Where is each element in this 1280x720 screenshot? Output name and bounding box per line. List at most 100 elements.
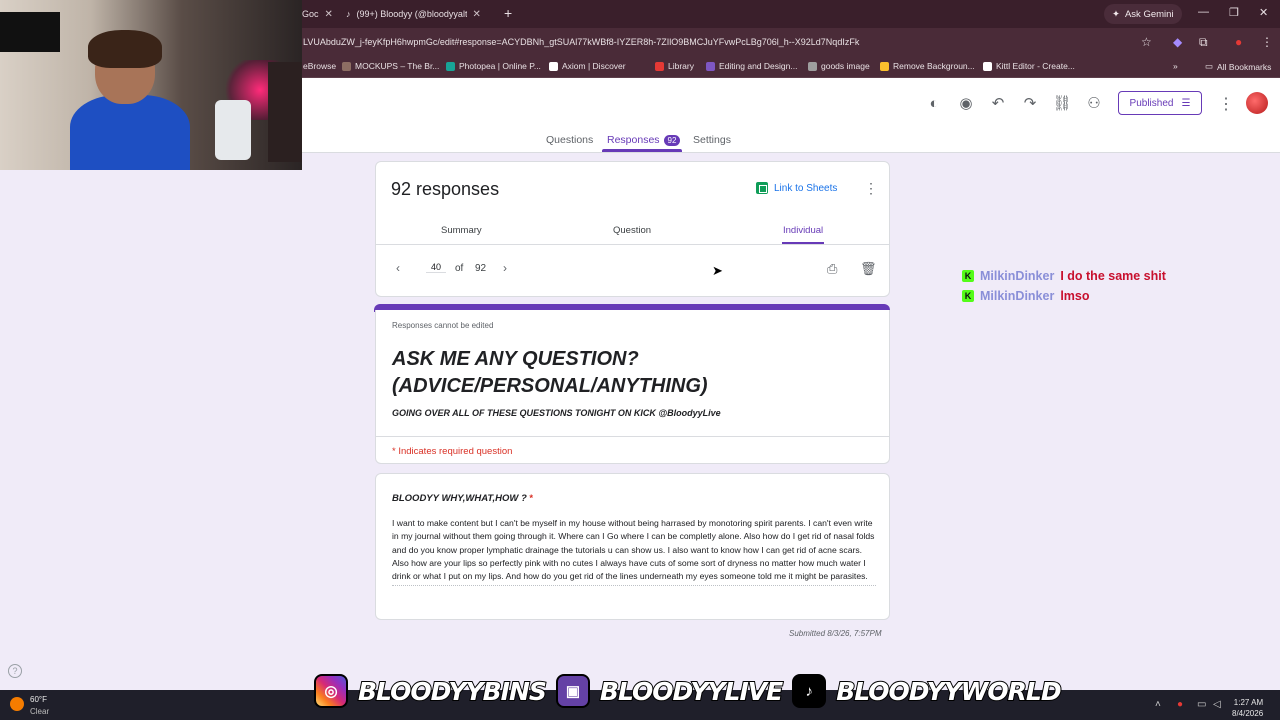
stream-socials-overlay: ◎ BLOODYYBINS ▣ BLOODYYLIVE ♪ BLOODYYWOR… <box>314 672 1063 710</box>
restore-icon[interactable]: ❐ <box>1229 6 1239 19</box>
divider <box>376 436 890 437</box>
avatar[interactable] <box>1246 92 1268 114</box>
add-collaborator-icon[interactable]: ⚇ <box>1084 94 1104 114</box>
browser-tab-tiktok[interactable]: ♪ (99+) Bloodyy (@bloodyyalt) | T ✕ <box>346 4 492 24</box>
bookmark-favicon-icon <box>549 61 558 71</box>
bookmark-favicon-icon <box>655 61 664 71</box>
bookmark-item[interactable]: Kittl Editor - Create... <box>983 61 1075 71</box>
bookmark-item[interactable]: eBrowse <box>303 61 336 71</box>
tray-overflow-icon[interactable]: ˄ <box>1155 699 1161 710</box>
form-description: GOING OVER ALL OF THESE QUESTIONS TONIGH… <box>392 408 721 418</box>
card-more-options-icon[interactable]: ⋮ <box>864 180 878 197</box>
bookmark-favicon-icon <box>342 61 351 71</box>
subtab-individual[interactable]: Individual <box>783 225 823 236</box>
taskbar-clock[interactable]: 1:27 AM 8/4/2026 <box>1232 697 1263 719</box>
tab-responses[interactable]: Responses 92 <box>607 134 681 146</box>
responses-locked-notice: Responses cannot be edited <box>392 321 494 330</box>
subtab-summary[interactable]: Summary <box>441 225 482 236</box>
subtab-question[interactable]: Question <box>613 225 651 236</box>
ask-gemini-button[interactable]: ✦ Ask Gemini <box>1104 4 1182 24</box>
browser-menu-icon[interactable]: ⋮ <box>1261 35 1273 49</box>
bookmark-item[interactable]: Remove Backgroun... <box>880 61 975 71</box>
twitch-icon: ▣ <box>555 674 590 708</box>
tab-label: Goc <box>302 9 319 19</box>
all-bookmarks-button[interactable]: ▭ All Bookmarks <box>1205 61 1271 72</box>
bookmark-label: Library <box>668 61 694 71</box>
link-to-sheets-label: Link to Sheets <box>774 182 838 194</box>
profile-icon[interactable]: ● <box>1235 35 1242 49</box>
divider <box>376 244 889 245</box>
form-title: ASK ME ANY QUESTION? (ADVICE/PERSONAL/AN… <box>392 348 708 397</box>
clock-date: 8/4/2026 <box>1232 709 1264 718</box>
chat-message: K MilkinDinker I do the same shit <box>962 269 1166 283</box>
help-icon[interactable]: ? <box>8 664 22 678</box>
new-tab-button[interactable]: + <box>504 5 512 21</box>
active-tab-indicator <box>602 149 682 152</box>
star-bookmark-icon[interactable]: ☆ <box>1141 35 1152 49</box>
close-window-icon[interactable]: ✕ <box>1259 6 1268 19</box>
print-icon[interactable]: ⎙ <box>827 261 837 277</box>
bookmark-item[interactable]: MOCKUPS – The Br... <box>342 61 439 71</box>
weather-condition: Clear <box>30 707 50 716</box>
chat-message: K MilkinDinker lmso <box>962 289 1090 303</box>
tab-questions[interactable]: Questions <box>546 134 593 146</box>
responses-title: 92 responses <box>391 179 500 199</box>
tiktok-icon: ♪ <box>792 674 827 708</box>
mouse-cursor-icon: ➤ <box>712 263 723 278</box>
bookmark-favicon-icon <box>983 61 992 71</box>
redo-icon[interactable]: ↷ <box>1020 94 1040 114</box>
bookmark-label: Kittl Editor - Create... <box>996 61 1075 71</box>
extension-icon[interactable]: ◆ <box>1173 35 1182 49</box>
microphone-icon[interactable]: ● <box>1177 699 1183 710</box>
extensions-puzzle-icon[interactable]: ⧉ <box>1199 35 1208 50</box>
chat-username: MilkinDinker <box>980 269 1055 283</box>
bookmark-label: Axiom | Discover <box>562 61 626 71</box>
bookmark-favicon-icon <box>706 61 715 71</box>
link-to-sheets-button[interactable]: Link to Sheets <box>756 182 837 194</box>
bookmark-item[interactable]: Axiom | Discover <box>549 61 626 71</box>
question-title-text: BLOODYY WHY,WHAT,HOW ? <box>392 493 527 504</box>
speaker-icon[interactable]: ◁ <box>1213 699 1221 710</box>
response-number-input[interactable] <box>426 262 446 273</box>
preview-eye-icon[interactable]: ◉ <box>956 94 976 114</box>
weather-icon[interactable] <box>10 697 24 711</box>
bookmark-item[interactable]: Photopea | Online P... <box>446 61 541 71</box>
bookmark-label: MOCKUPS – The Br... <box>355 61 440 71</box>
instagram-handle: BLOODYYBINS <box>357 676 548 707</box>
weather-temperature: 60°F <box>30 695 47 704</box>
twitch-handle: BLOODYYLIVE <box>599 676 784 707</box>
palette-icon[interactable]: ◐ <box>924 94 944 114</box>
bookmark-label: Editing and Design... <box>719 61 798 71</box>
next-response-icon[interactable]: › <box>503 261 507 275</box>
responses-summary-card: 92 responses Link to Sheets ⋮ Summary Qu… <box>375 161 890 297</box>
bookmark-item[interactable]: Editing and Design... <box>706 61 797 71</box>
more-options-icon[interactable]: ⋮ <box>1218 94 1234 114</box>
browser-tab-forms[interactable]: Goc ✕ <box>302 4 338 24</box>
kick-badge-icon: K <box>962 270 974 282</box>
published-button[interactable]: Published ☰ <box>1118 91 1202 115</box>
bookmark-favicon-icon <box>446 61 455 71</box>
close-icon[interactable]: ✕ <box>325 9 333 20</box>
published-label: Published <box>1129 97 1174 109</box>
undo-icon[interactable]: ↶ <box>988 94 1008 114</box>
close-icon[interactable]: ✕ <box>473 9 481 20</box>
minimize-icon[interactable]: — <box>1198 6 1209 18</box>
bookmark-label: Photopea | Online P... <box>459 61 541 71</box>
submitted-timestamp: Submitted 8/3/26, 7:57PM <box>789 629 882 638</box>
gemini-icon: ✦ <box>1112 8 1120 20</box>
url-input[interactable]: LVUAbduZW_j-feyKfpH6hwpmGc/edit#response… <box>303 37 859 47</box>
bookmark-label: eBrowse <box>303 61 337 71</box>
link-icon[interactable]: ⛓ <box>1052 94 1072 114</box>
bookmark-item[interactable]: Library <box>655 61 694 71</box>
folder-icon: ▭ <box>1205 61 1214 71</box>
question-title: BLOODYY WHY,WHAT,HOW ? * <box>392 493 533 504</box>
display-icon[interactable]: ▭ <box>1197 699 1206 710</box>
tab-settings[interactable]: Settings <box>693 134 731 146</box>
instagram-icon: ◎ <box>314 674 348 708</box>
previous-response-icon[interactable]: ‹ <box>396 261 400 275</box>
webcam-rack <box>268 62 302 162</box>
bookmarks-overflow-icon[interactable]: » <box>1173 61 1178 71</box>
delete-icon[interactable]: 🗑 <box>860 261 877 277</box>
webcam-overlay <box>0 0 302 170</box>
bookmark-item[interactable]: goods image <box>808 61 870 71</box>
